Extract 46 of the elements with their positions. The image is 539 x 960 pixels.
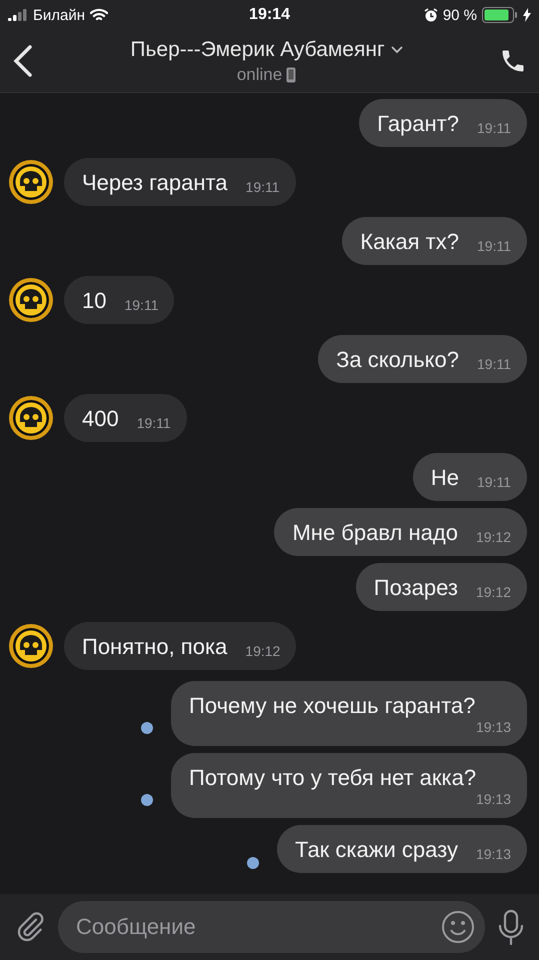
clock-time: 19:14 (249, 6, 290, 24)
avatar[interactable] (8, 395, 54, 441)
wifi-icon (90, 8, 108, 22)
message-text: Какая тх? (360, 229, 459, 255)
avatar[interactable] (8, 623, 54, 669)
battery-icon (482, 7, 518, 23)
message-time: 19:13 (476, 791, 511, 808)
message-text: 400 (82, 406, 119, 432)
battery-percent: 90 % (442, 6, 478, 24)
message-text: Потому что у тебя нет акка? (189, 765, 478, 791)
message-time: 19:12 (245, 643, 280, 660)
message-time: 19:11 (124, 297, 158, 314)
message-field[interactable]: Сообщение (58, 901, 485, 953)
message-text: Гарант? (377, 111, 459, 137)
message-time: 19:13 (476, 719, 511, 736)
message-time: 19:11 (246, 179, 280, 196)
message-text: Мне бравл надо (292, 520, 458, 546)
carrier-name: Билайн (33, 6, 85, 24)
signal-icon (8, 9, 28, 21)
message-text: Через гаранта (82, 170, 228, 196)
message-time: 19:11 (477, 356, 511, 373)
chevron-down-icon[interactable] (390, 46, 403, 54)
message-time: 19:12 (476, 529, 511, 546)
message-time: 19:11 (477, 238, 511, 255)
avatar[interactable] (8, 159, 54, 205)
avatar[interactable] (8, 277, 54, 323)
back-button[interactable] (12, 44, 34, 78)
microphone-button[interactable] (497, 909, 525, 945)
alarm-clock-icon (424, 8, 438, 22)
message-text: Почему не хочешь гаранта? (189, 693, 476, 719)
message-time: 19:11 (477, 120, 511, 137)
message-time: 19:11 (136, 415, 171, 432)
message-time: 19:12 (476, 584, 511, 601)
message-text: За сколько? (336, 347, 459, 373)
online-status: online (236, 64, 282, 84)
message-text: Позарез (374, 575, 458, 601)
phone-device-icon (286, 66, 296, 82)
message-text: Так скажи сразу (295, 837, 458, 863)
emoji-icon[interactable] (441, 910, 475, 944)
message-text: Понятно, пока (82, 634, 228, 660)
chat-title[interactable]: Пьер---Эмерик Аубамеянг (130, 38, 385, 62)
message-time: 19:11 (477, 474, 511, 491)
charging-icon (523, 8, 532, 22)
message-text: Не (430, 465, 459, 491)
message-time: 19:13 (476, 846, 511, 863)
message-text: 10 (82, 288, 106, 314)
